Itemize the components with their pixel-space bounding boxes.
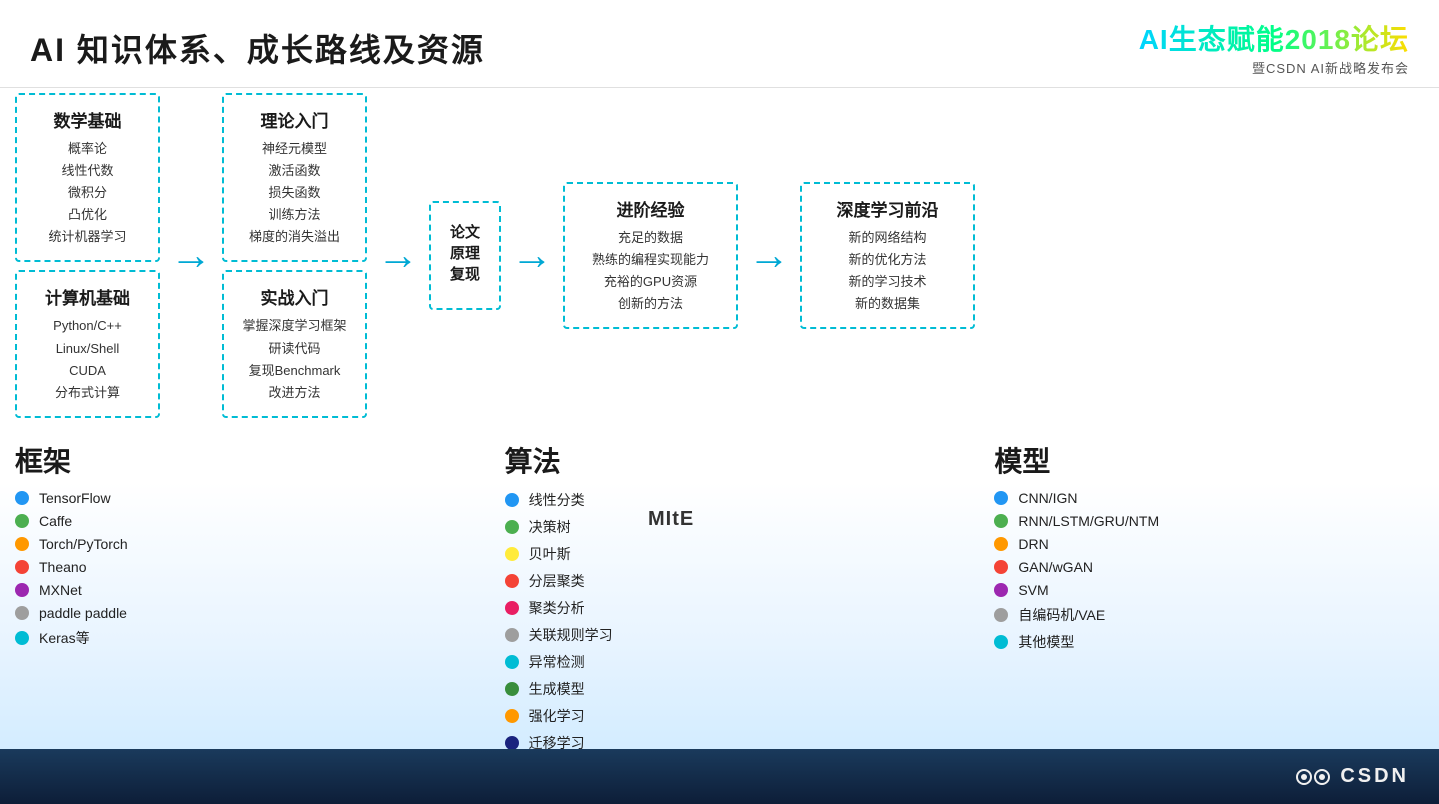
paper-title: 论文原理复现 — [443, 221, 487, 284]
list-item: 线性分类 — [505, 490, 935, 510]
list-item: TensorFlow — [15, 490, 445, 506]
deep-frontier-box: 深度学习前沿 新的网络结构新的优化方法新的学习技术新的数据集 — [800, 182, 975, 329]
frameworks-title: 框架 — [15, 440, 445, 480]
bottom-bar: CSDN — [0, 749, 1439, 804]
list-item: 贝叶斯 — [505, 544, 935, 564]
cs-basics-title: 计算机基础 — [35, 284, 140, 309]
arrow-3: → — [511, 231, 553, 279]
algorithms-list: 线性分类决策树贝叶斯分层聚类聚类分析关联规则学习异常检测生成模型强化学习迁移学习… — [505, 490, 935, 780]
theory-intro-items: 神经元模型激活函数损失函数训练方法梯度的消失溢出 — [242, 138, 347, 248]
math-basics-title: 数学基础 — [35, 107, 140, 132]
practice-intro-box: 实战入门 掌握深度学习框架研读代码复现Benchmark改进方法 — [222, 270, 367, 417]
cs-basics-items: Python/C++Linux/ShellCUDA分布式计算 — [35, 315, 140, 403]
arrow-1: → — [170, 231, 212, 279]
list-item: DRN — [994, 536, 1424, 552]
mite-label: MItE — [648, 508, 694, 531]
header-logo: AI生态赋能2018论坛 暨CSDN AI新战略发布会 — [1139, 18, 1409, 77]
list-item: CNN/IGN — [994, 490, 1424, 506]
list-item: Torch/PyTorch — [15, 536, 445, 552]
cs-basics-box: 计算机基础 Python/C++Linux/ShellCUDA分布式计算 — [15, 270, 160, 417]
list-item: 其他模型 — [994, 632, 1424, 652]
list-item: 聚类分析 — [505, 598, 935, 618]
frameworks-section: 框架 TensorFlow Caffe Torch/PyTorch Theano MXN… — [15, 440, 445, 744]
practice-intro-items: 掌握深度学习框架研读代码复现Benchmark改进方法 — [242, 315, 347, 403]
advanced-items: 充足的数据熟练的编程实现能力充裕的GPU资源创新的方法 — [583, 227, 718, 315]
practice-intro-title: 实战入门 — [242, 284, 347, 309]
frameworks-list: TensorFlow Caffe Torch/PyTorch Theano MXNet p… — [15, 490, 445, 648]
list-item: paddle paddle — [15, 605, 445, 621]
math-basics-box: 数学基础 概率论线性代数微积分凸优化统计机器学习 — [15, 93, 160, 262]
list-item: 决策树 — [505, 517, 935, 537]
theory-intro-title: 理论入门 — [242, 107, 347, 132]
list-item: Theano — [15, 559, 445, 575]
list-item: RNN/LSTM/GRU/NTM — [994, 513, 1424, 529]
list-item: 生成模型 — [505, 679, 935, 699]
csdn-logo-icon — [1294, 758, 1332, 796]
theory-intro-box: 理论入门 神经元模型激活函数损失函数训练方法梯度的消失溢出 — [222, 93, 367, 262]
algorithms-title: 算法 — [505, 440, 935, 480]
models-list: CNN/IGN RNN/LSTM/GRU/NTM DRN GAN/wGAN SVM 自编码… — [994, 490, 1424, 652]
list-item: Keras等 — [15, 628, 445, 648]
list-item: MXNet — [15, 582, 445, 598]
advanced-title: 进阶经验 — [583, 196, 718, 221]
list-item: 异常检测 — [505, 652, 935, 672]
arrow-4: → — [748, 231, 790, 279]
list-item: 自编码机/VAE — [994, 605, 1424, 625]
advanced-box: 进阶经验 充足的数据熟练的编程实现能力充裕的GPU资源创新的方法 — [563, 182, 738, 329]
models-title: 模型 — [994, 440, 1424, 480]
paper-box: 论文原理复现 — [429, 201, 501, 310]
algorithms-section: 算法 线性分类决策树贝叶斯分层聚类聚类分析关联规则学习异常检测生成模型强化学习迁… — [445, 440, 935, 744]
list-item: Caffe — [15, 513, 445, 529]
logo-main: AI生态赋能2018论坛 — [1139, 18, 1409, 58]
arrow-2: → — [377, 231, 419, 279]
deep-frontier-title: 深度学习前沿 — [820, 196, 955, 221]
page-title: AI 知识体系、成长路线及资源 — [30, 25, 485, 71]
models-section: 模型 CNN/IGN RNN/LSTM/GRU/NTM DRN GAN/wGAN SVM… — [934, 440, 1424, 744]
list-item: GAN/wGAN — [994, 559, 1424, 575]
deep-frontier-items: 新的网络结构新的优化方法新的学习技术新的数据集 — [820, 227, 955, 315]
list-item: 强化学习 — [505, 706, 935, 726]
list-item: SVM — [994, 582, 1424, 598]
math-basics-items: 概率论线性代数微积分凸优化统计机器学习 — [35, 138, 140, 248]
list-item: 关联规则学习 — [505, 625, 935, 645]
list-item: 分层聚类 — [505, 571, 935, 591]
csdn-text: CSDN — [1340, 765, 1409, 788]
